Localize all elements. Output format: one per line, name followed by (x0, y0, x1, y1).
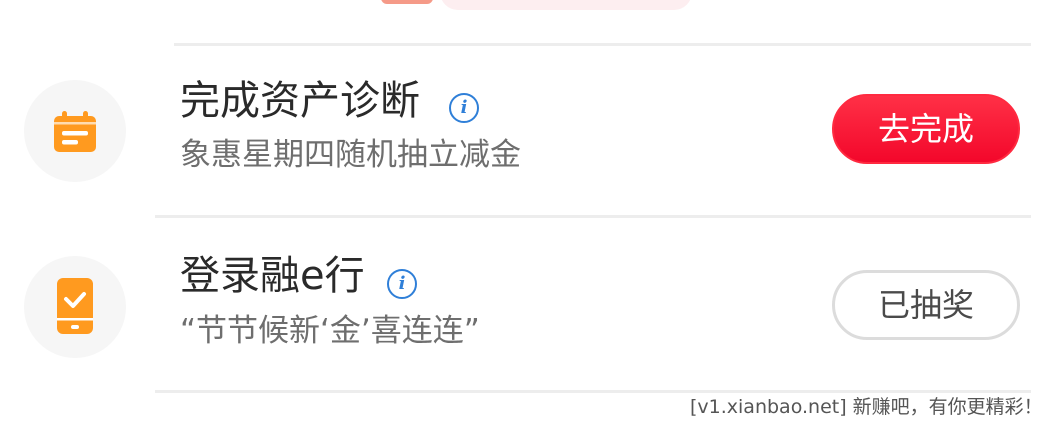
phone-check-icon (57, 278, 93, 334)
go-complete-button[interactable]: 去完成 (832, 94, 1020, 164)
info-icon[interactable]: i (449, 93, 479, 123)
task-title: 登录融e行 (180, 253, 365, 299)
already-drawn-button[interactable]: 已抽奖 (832, 270, 1020, 340)
task-subtitle: 象惠星期四随机抽立减金 (180, 137, 521, 173)
calendar-icon (54, 111, 96, 152)
previous-row-remnant (0, 0, 1059, 14)
divider-top (174, 43, 1031, 46)
task-icon-circle (24, 256, 126, 358)
task-icon-circle (24, 80, 126, 182)
info-icon[interactable]: i (387, 269, 417, 299)
task-subtitle: “节节候新‘金’喜连连” (180, 313, 480, 349)
task-title: 完成资产诊断 (180, 78, 420, 124)
divider-middle (155, 215, 1031, 218)
previous-row-pill (440, 0, 692, 10)
watermark-text: [v1.xianbao.net] 新赚吧，有你更精彩！ (690, 396, 1043, 418)
previous-row-badge (381, 0, 433, 4)
